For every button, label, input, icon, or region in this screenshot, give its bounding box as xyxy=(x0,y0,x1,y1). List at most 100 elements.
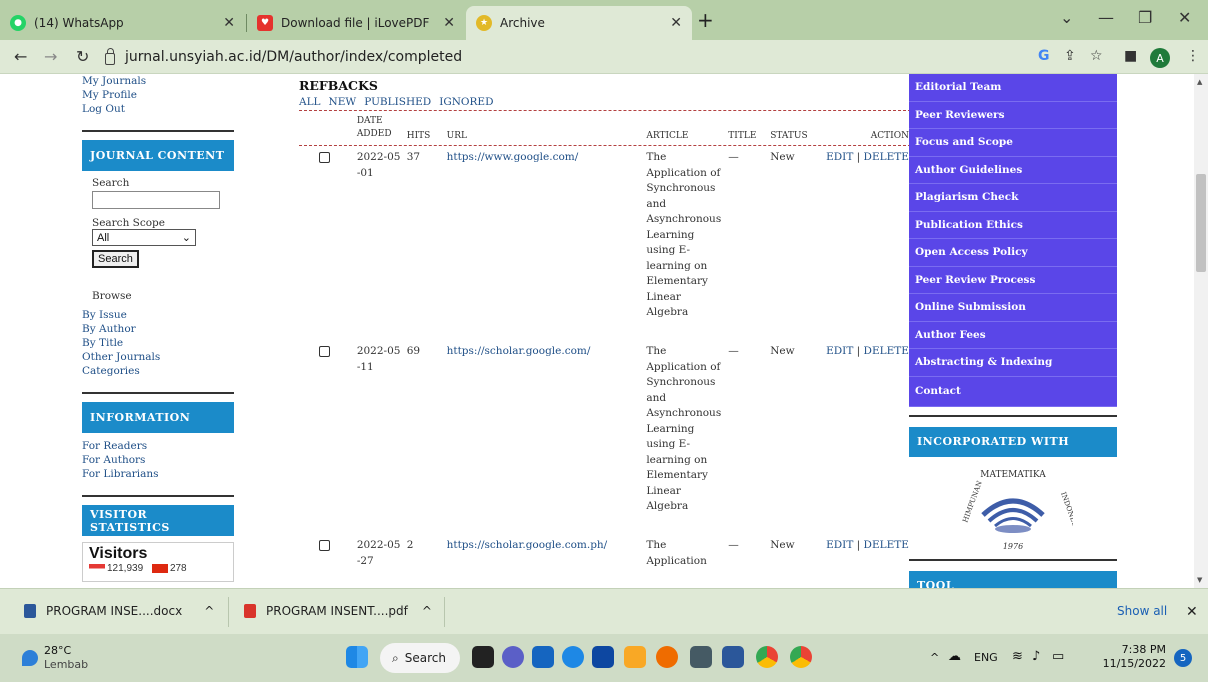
row-url-link[interactable]: https://scholar.google.com/ xyxy=(447,345,591,357)
tab-search-icon[interactable]: ⌄ xyxy=(1060,8,1073,27)
mail-icon[interactable] xyxy=(532,646,554,668)
taskbar-search[interactable]: ⌕ Search xyxy=(380,643,460,673)
download-item-docx[interactable]: PROGRAM INSE....docx ^ xyxy=(24,604,214,618)
row-url-link[interactable]: https://scholar.google.com.ph/ xyxy=(447,539,608,551)
close-icon[interactable]: ✕ xyxy=(223,15,235,31)
close-icon[interactable]: ✕ xyxy=(1186,604,1198,620)
chevron-up-icon[interactable]: ^ xyxy=(422,604,432,618)
scrollbar-thumb[interactable] xyxy=(1196,174,1206,272)
close-icon[interactable]: ✕ xyxy=(670,15,682,31)
for-authors-link[interactable]: For Authors xyxy=(82,453,234,467)
tray-chevron-icon[interactable]: ^ xyxy=(930,651,939,664)
nav-online-submission[interactable]: Online Submission xyxy=(909,294,1117,322)
onedrive-icon[interactable]: ☁ xyxy=(948,649,961,664)
nav-author-guidelines[interactable]: Author Guidelines xyxy=(909,157,1117,184)
nav-peer-review-process[interactable]: Peer Review Process xyxy=(909,267,1117,294)
nav-contact[interactable]: Contact xyxy=(909,377,1117,407)
row-delete-link[interactable]: DELETE xyxy=(864,151,909,163)
other-journals-link[interactable]: Other Journals xyxy=(82,350,234,364)
scroll-down-icon[interactable]: ▼ xyxy=(1197,576,1202,584)
row-edit-link[interactable]: EDIT xyxy=(826,539,853,551)
chrome-profile-icon[interactable] xyxy=(756,646,778,668)
file-explorer-icon[interactable] xyxy=(624,646,646,668)
nav-peer-reviewers[interactable]: Peer Reviewers xyxy=(909,102,1117,129)
filter-published[interactable]: PUBLISHED xyxy=(364,96,431,108)
search-scope-select[interactable]: All ⌄ xyxy=(92,229,196,246)
battery-icon[interactable]: ▭ xyxy=(1052,649,1064,664)
new-tab-button[interactable]: + xyxy=(697,8,714,32)
incorporated-with-heading: INCORPORATED WITH xyxy=(909,426,1117,457)
nav-editorial-team[interactable]: Editorial Team xyxy=(909,74,1117,102)
show-all-button[interactable]: Show all xyxy=(1117,604,1167,618)
row-checkbox[interactable] xyxy=(319,346,330,357)
browse-by-issue-link[interactable]: By Issue xyxy=(82,308,234,322)
search-input[interactable] xyxy=(92,191,220,209)
for-readers-link[interactable]: For Readers xyxy=(82,439,234,453)
filter-new[interactable]: NEW xyxy=(329,96,357,108)
close-icon[interactable]: ✕ xyxy=(443,15,455,31)
tab-archive[interactable]: ★ Archive ✕ xyxy=(466,6,692,40)
row-url-link[interactable]: https://www.google.com/ xyxy=(447,151,579,163)
search-button[interactable]: Search xyxy=(92,250,139,268)
word-app-icon[interactable] xyxy=(722,646,744,668)
browse-by-author-link[interactable]: By Author xyxy=(82,322,234,336)
row-checkbox[interactable] xyxy=(319,152,330,163)
nav-publication-ethics[interactable]: Publication Ethics xyxy=(909,212,1117,239)
scroll-up-icon[interactable]: ▲ xyxy=(1197,78,1202,86)
chevron-up-icon[interactable]: ^ xyxy=(204,604,214,618)
camera-icon[interactable] xyxy=(690,646,712,668)
task-view-icon[interactable] xyxy=(472,646,494,668)
firefox-icon[interactable] xyxy=(656,646,678,668)
row-edit-link[interactable]: EDIT xyxy=(826,345,853,357)
teams-chat-icon[interactable] xyxy=(502,646,524,668)
reload-icon[interactable]: ↻ xyxy=(76,47,89,66)
row-delete-link[interactable]: DELETE xyxy=(864,539,909,551)
filter-ignored[interactable]: IGNORED xyxy=(439,96,493,108)
row-delete-link[interactable]: DELETE xyxy=(864,345,909,357)
tab-title: Download file | iLovePDF xyxy=(281,16,430,30)
log-out-link[interactable]: Log Out xyxy=(82,102,234,116)
windows-start-icon[interactable] xyxy=(346,646,368,668)
google-icon[interactable]: G xyxy=(1038,48,1050,64)
categories-link[interactable]: Categories xyxy=(82,364,234,378)
for-librarians-link[interactable]: For Librarians xyxy=(82,467,234,481)
url-field[interactable]: jurnal.unsyiah.ac.id/DM/author/index/com… xyxy=(105,44,1025,70)
logo-text-left: HIMPUNAN xyxy=(961,479,984,523)
forward-icon[interactable]: → xyxy=(44,47,57,66)
row-edit-link[interactable]: EDIT xyxy=(826,151,853,163)
store-icon[interactable] xyxy=(592,646,614,668)
volume-icon[interactable]: ♪ xyxy=(1032,649,1040,664)
chrome-icon[interactable] xyxy=(790,646,812,668)
filter-all[interactable]: ALL xyxy=(299,96,321,108)
my-profile-link[interactable]: My Profile xyxy=(82,88,234,102)
weather-icon[interactable] xyxy=(22,650,38,666)
profile-avatar[interactable]: A xyxy=(1150,48,1170,68)
wifi-icon[interactable]: ≋ xyxy=(1012,649,1023,664)
download-item-pdf[interactable]: PROGRAM INSENT....pdf ^ xyxy=(244,604,432,618)
browse-by-title-link[interactable]: By Title xyxy=(82,336,234,350)
col-action: ACTION xyxy=(870,131,909,141)
nav-author-fees[interactable]: Author Fees xyxy=(909,322,1117,349)
language-indicator[interactable]: ENG xyxy=(974,651,998,664)
restore-icon[interactable]: ❐ xyxy=(1138,8,1152,27)
minimize-icon[interactable]: — xyxy=(1098,8,1114,27)
my-journals-link[interactable]: My Journals xyxy=(82,74,234,88)
notification-badge[interactable]: 5 xyxy=(1174,649,1192,667)
side-panel-icon[interactable]: ■ xyxy=(1124,48,1137,64)
tab-whatsapp[interactable]: ● (14) WhatsApp ✕ xyxy=(0,6,245,40)
share-icon[interactable]: ⇪ xyxy=(1064,48,1076,64)
clock[interactable]: 7:38 PM 11/15/2022 xyxy=(1100,643,1166,671)
menu-icon[interactable]: ⋮ xyxy=(1186,48,1200,64)
nav-focus-and-scope[interactable]: Focus and Scope xyxy=(909,129,1117,157)
weather-widget[interactable]: 28°C Lembab xyxy=(44,644,88,672)
page-scrollbar[interactable]: ▲ ▼ xyxy=(1194,74,1208,588)
nav-abstracting-indexing[interactable]: Abstracting & Indexing xyxy=(909,349,1117,377)
edge-browser-icon[interactable] xyxy=(562,646,584,668)
bookmark-star-icon[interactable]: ☆ xyxy=(1090,48,1103,64)
window-close-icon[interactable]: ✕ xyxy=(1178,8,1191,27)
back-icon[interactable]: ← xyxy=(14,47,27,66)
nav-plagiarism-check[interactable]: Plagiarism Check xyxy=(909,184,1117,212)
tab-ilovepdf[interactable]: ♥ Download file | iLovePDF ✕ xyxy=(247,6,465,40)
row-checkbox[interactable] xyxy=(319,540,330,551)
nav-open-access-policy[interactable]: Open Access Policy xyxy=(909,239,1117,267)
